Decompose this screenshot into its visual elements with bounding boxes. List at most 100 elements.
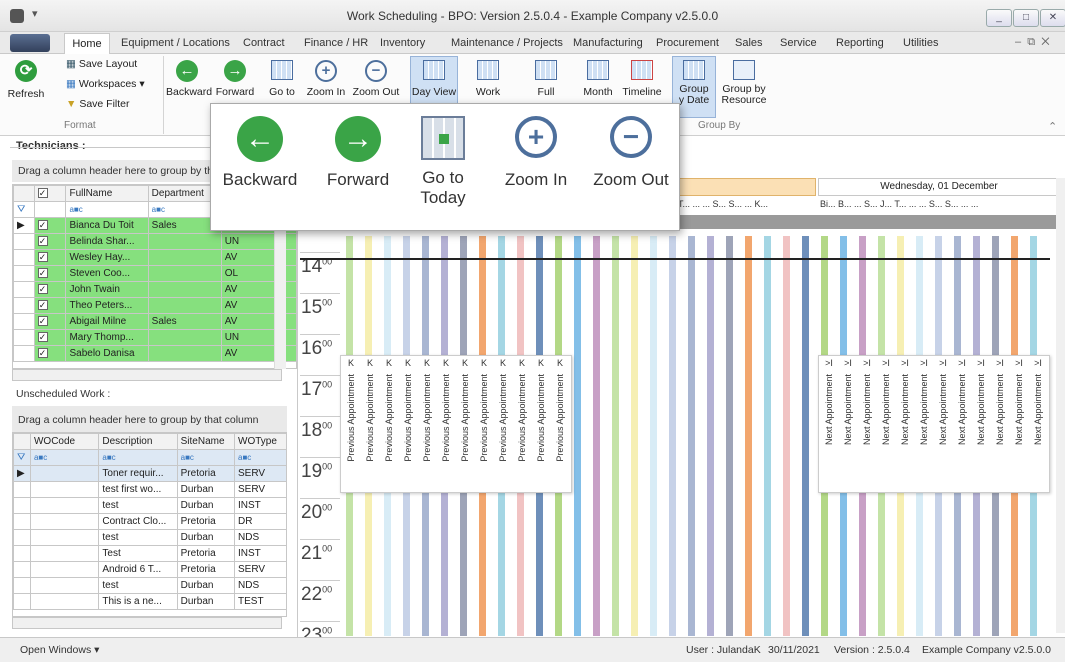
next-appointment-button[interactable]: >I Next Appointment (934, 358, 952, 488)
table-row[interactable]: ✓ Steven Coo... OL (13, 265, 296, 282)
row-checkbox[interactable]: ✓ (33, 265, 67, 282)
table-row[interactable]: test first wo... Durban SERV (13, 481, 286, 498)
resource-column[interactable] (722, 236, 733, 636)
table-row[interactable]: Contract Clo... Pretoria DR (13, 513, 286, 530)
filter-sitename[interactable]: a■c (176, 449, 236, 466)
resource-column[interactable] (589, 236, 600, 636)
backward-button[interactable]: ← Backward (166, 60, 212, 98)
tab-reporting[interactable]: Reporting (836, 37, 884, 49)
resource-column[interactable] (627, 236, 638, 636)
next-appointment-button[interactable]: >I Next Appointment (1010, 358, 1028, 488)
previous-appointment-button[interactable]: K Previous Appointment (361, 358, 379, 488)
table-row[interactable]: ✓ Sabelo Danisa AV (13, 345, 296, 362)
table-row[interactable]: ✓ Theo Peters... AV (13, 297, 296, 314)
previous-appointment-button[interactable]: K Previous Appointment (475, 358, 493, 488)
filter-description[interactable]: a■c (98, 449, 178, 466)
previous-appointment-button[interactable]: K Previous Appointment (494, 358, 512, 488)
previous-appointment-button[interactable]: K Previous Appointment (342, 358, 360, 488)
tab-equipment[interactable]: Equipment / Locations (121, 37, 230, 49)
maximize-button[interactable]: □ (1013, 9, 1039, 27)
next-appointment-button[interactable]: >I Next Appointment (953, 358, 971, 488)
workspaces-button[interactable]: ▦ Workspaces ▾ (66, 78, 145, 90)
unscheduled-group-panel[interactable]: Drag a column header here to group by th… (12, 406, 287, 432)
refresh-button[interactable]: ⟳ Refresh (6, 60, 46, 100)
col-sitename[interactable]: SiteName (176, 433, 236, 450)
resource-column[interactable] (779, 236, 790, 636)
col-wotype[interactable]: WOType (234, 433, 286, 450)
next-appointment-button[interactable]: >I Next Appointment (915, 358, 933, 488)
timeline-button[interactable]: Timeline (620, 60, 664, 98)
row-checkbox[interactable]: ✓ (33, 297, 67, 314)
previous-appointment-button[interactable]: K Previous Appointment (513, 358, 531, 488)
popup-zoom-in-button[interactable]: + Zoom In (491, 116, 581, 190)
ribbon-window-controls[interactable]: – ⧉ ✕ (1015, 36, 1050, 49)
row-checkbox[interactable]: ✓ (33, 329, 67, 346)
day-view-button[interactable]: Day View (410, 60, 458, 98)
table-row[interactable]: ✓ John Twain AV (13, 281, 296, 298)
tab-manufacturing[interactable]: Manufacturing (573, 37, 643, 49)
next-appointment-button[interactable]: >I Next Appointment (839, 358, 857, 488)
tab-finance[interactable]: Finance / HR (304, 37, 368, 49)
tab-sales[interactable]: Sales (735, 37, 763, 49)
close-button[interactable]: ✕ (1040, 9, 1065, 27)
filter-fullname[interactable]: a■c (65, 201, 149, 218)
col-fullname[interactable]: FullName (65, 185, 149, 202)
tab-procurement[interactable]: Procurement (656, 37, 719, 49)
popup-goto-today-button[interactable]: Go to Today (407, 116, 479, 208)
resource-column[interactable] (760, 236, 771, 636)
next-appointment-button[interactable]: >I Next Appointment (820, 358, 838, 488)
filter-wocode[interactable]: a■c (29, 449, 100, 466)
row-checkbox[interactable]: ✓ (33, 345, 67, 362)
table-row[interactable]: ✓ Wesley Hay... AV (13, 249, 296, 266)
vertical-scrollbar[interactable] (1056, 178, 1065, 633)
popup-zoom-out-button[interactable]: − Zoom Out (585, 116, 677, 190)
full-week-button[interactable]: Full (524, 60, 568, 98)
popup-backward-button[interactable]: ← Backward (215, 116, 305, 190)
table-row[interactable]: ✓ Belinda Shar... UN (13, 233, 296, 250)
next-appointment-button[interactable]: >I Next Appointment (1029, 358, 1047, 488)
row-checkbox[interactable]: ✓ (33, 249, 67, 266)
work-week-button[interactable]: Work (466, 60, 510, 98)
table-row[interactable]: ✓ Mary Thomp... UN (13, 329, 296, 346)
table-row[interactable]: This is a ne... Durban TEST (13, 593, 286, 610)
row-checkbox[interactable]: ✓ (33, 217, 67, 234)
next-appointment-button[interactable]: >I Next Appointment (991, 358, 1009, 488)
table-row[interactable]: test Durban NDS (13, 529, 286, 546)
previous-appointment-button[interactable]: K Previous Appointment (399, 358, 417, 488)
app-menu-button[interactable] (10, 34, 50, 52)
previous-appointment-button[interactable]: K Previous Appointment (551, 358, 569, 488)
previous-appointment-button[interactable]: K Previous Appointment (532, 358, 550, 488)
tab-home[interactable]: Home (64, 33, 110, 55)
next-appointment-button[interactable]: >I Next Appointment (972, 358, 990, 488)
filter-wotype[interactable]: a■c (234, 449, 286, 466)
next-appointment-button[interactable]: >I Next Appointment (877, 358, 895, 488)
row-checkbox[interactable]: ✓ (33, 313, 67, 330)
horizontal-scrollbar[interactable] (12, 617, 282, 629)
select-all-checkbox[interactable]: ✓ (33, 185, 67, 202)
resource-column[interactable] (684, 236, 695, 636)
resource-column[interactable] (703, 236, 714, 636)
row-checkbox[interactable]: ✓ (33, 281, 67, 298)
resource-column[interactable] (665, 236, 676, 636)
resource-column[interactable] (798, 236, 809, 636)
previous-appointment-button[interactable]: K Previous Appointment (380, 358, 398, 488)
resource-column[interactable] (741, 236, 752, 636)
zoom-in-button[interactable]: + Zoom In (304, 60, 348, 98)
save-filter-button[interactable]: ▼ Save Filter (66, 98, 130, 110)
table-row[interactable]: ▶ Toner requir... Pretoria SERV (13, 465, 286, 482)
previous-appointment-button[interactable]: K Previous Appointment (456, 358, 474, 488)
tab-service[interactable]: Service (780, 37, 817, 49)
col-description[interactable]: Description (98, 433, 178, 450)
forward-button[interactable]: → Forward (214, 60, 256, 98)
group-by-resource-button[interactable]: Group by Resource (720, 60, 768, 106)
popup-forward-button[interactable]: → Forward (313, 116, 403, 190)
col-wocode[interactable]: WOCode (29, 433, 100, 450)
collapse-ribbon-icon[interactable]: ⌃ (1048, 120, 1057, 133)
table-row[interactable]: test Durban INST (13, 497, 286, 514)
save-layout-button[interactable]: ▦ Save Layout (66, 58, 137, 70)
table-row[interactable]: Android 6 T... Pretoria SERV (13, 561, 286, 578)
goto-today-button[interactable]: Go to (264, 60, 300, 98)
resource-column[interactable] (646, 236, 657, 636)
open-windows-button[interactable]: Open Windows ▾ (20, 644, 99, 656)
next-appointment-button[interactable]: >I Next Appointment (896, 358, 914, 488)
